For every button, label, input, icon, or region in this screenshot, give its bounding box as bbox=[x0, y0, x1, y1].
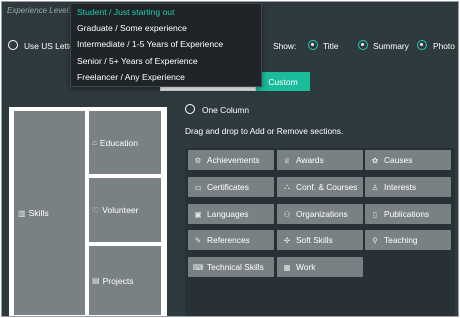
volunteer-icon: ♡ bbox=[92, 205, 100, 215]
projects-icon: ▤ bbox=[92, 276, 100, 285]
section-chip-label: Soft Skills bbox=[296, 235, 333, 245]
experience-option-freelancer[interactable]: Freelancer / Any Experience bbox=[77, 72, 185, 82]
custom-layout-button[interactable]: Custom bbox=[256, 72, 310, 91]
section-chip-label: References bbox=[207, 235, 250, 245]
preview-block-label: Projects bbox=[102, 275, 134, 286]
show-title-label[interactable]: Title bbox=[323, 41, 339, 51]
section-chip-certificates[interactable]: ▭ Certificates bbox=[188, 177, 274, 197]
show-photo-radio[interactable] bbox=[417, 40, 427, 50]
experience-option-senior[interactable]: Senior / 5+ Years of Experience bbox=[77, 56, 198, 66]
preview-block-label: Skills bbox=[28, 208, 49, 218]
experience-option-student[interactable]: Student / Just starting out bbox=[77, 7, 174, 17]
section-chip-label: Publications bbox=[384, 209, 430, 219]
section-chip-publications[interactable]: ▯ Publications bbox=[365, 204, 451, 224]
courses-icon: ⛬ bbox=[284, 182, 290, 191]
section-chip-technical-skills[interactable]: ⌨ Technical Skills bbox=[188, 257, 274, 277]
skills-icon: ▥ bbox=[18, 208, 26, 218]
section-chip-label: Certificates bbox=[207, 182, 249, 192]
experience-level-label: Experience Level: bbox=[7, 6, 71, 15]
work-icon: ▦ bbox=[283, 262, 291, 272]
preview-block-education[interactable]: ⌂ Education bbox=[89, 111, 161, 174]
section-chip-label: Awards bbox=[296, 155, 324, 165]
preview-block-label: Education bbox=[99, 137, 139, 148]
show-label: Show: bbox=[273, 41, 297, 51]
one-column-radio[interactable] bbox=[185, 104, 195, 114]
section-chip-work[interactable]: ▦ Work bbox=[277, 257, 363, 277]
section-chip-references[interactable]: ✎ References bbox=[188, 230, 274, 250]
section-chip-interests[interactable]: ♙ Interests bbox=[365, 177, 451, 197]
awards-icon: ♕ bbox=[283, 155, 291, 165]
education-icon: ⌂ bbox=[92, 138, 97, 147]
soft-skills-icon: ✣ bbox=[283, 235, 291, 245]
section-chip-teaching[interactable]: ⚲ Teaching bbox=[365, 230, 451, 250]
preview-block-projects[interactable]: ▤ Projects bbox=[89, 246, 161, 315]
preview-block-skills[interactable]: ▥ Skills bbox=[14, 111, 85, 315]
section-chip-languages[interactable]: ▣ Languages bbox=[188, 204, 274, 224]
section-chip-causes[interactable]: ✿ Causes bbox=[365, 150, 451, 170]
experience-option-intermediate[interactable]: Intermediate / 1-5 Years of Experience bbox=[77, 39, 223, 49]
section-chip-label: Interests bbox=[384, 182, 417, 192]
section-chip-label: Achievements bbox=[207, 155, 260, 165]
drag-drop-instructions: Drag and drop to Add or Remove sections. bbox=[185, 126, 344, 136]
technical-skills-icon: ⌨ bbox=[192, 262, 204, 272]
resume-settings-panel: Experience Level: Use US Letter F Show: … bbox=[1, 1, 459, 317]
section-chip-organizations[interactable]: ⚇ Organizations bbox=[277, 204, 363, 224]
section-chip-courses[interactable]: ⛬ Conf. & Courses bbox=[277, 177, 363, 197]
section-chip-achievements[interactable]: ⚙ Achievements bbox=[188, 150, 274, 170]
causes-icon: ✿ bbox=[371, 155, 379, 165]
preview-block-label: Volunteer bbox=[102, 205, 139, 215]
show-summary-radio[interactable] bbox=[358, 40, 368, 50]
references-icon: ✎ bbox=[194, 235, 202, 245]
section-chip-label: Languages bbox=[207, 209, 249, 219]
us-letter-radio[interactable] bbox=[8, 40, 18, 50]
achievements-icon: ⚙ bbox=[194, 155, 202, 165]
organizations-icon: ⚇ bbox=[283, 209, 291, 219]
layout-preview: ▥ Skills ⌂ Education ♡ Volunteer ▤ Proje… bbox=[9, 107, 167, 316]
show-summary-label[interactable]: Summary bbox=[373, 41, 409, 51]
experience-option-graduate[interactable]: Graduate / Some experience bbox=[77, 23, 187, 33]
section-chip-label: Technical Skills bbox=[207, 262, 264, 272]
section-chip-awards[interactable]: ♕ Awards bbox=[277, 150, 363, 170]
certificates-icon: ▭ bbox=[194, 182, 202, 192]
section-chip-label: Work bbox=[296, 262, 316, 272]
section-chip-label: Conf. & Courses bbox=[296, 182, 358, 192]
section-chip-label: Organizations bbox=[296, 209, 348, 219]
teaching-icon: ⚲ bbox=[372, 235, 378, 245]
one-column-label[interactable]: One Column bbox=[202, 105, 249, 115]
show-photo-label[interactable]: Photo bbox=[433, 41, 455, 51]
section-chip-label: Causes bbox=[384, 155, 413, 165]
interests-icon: ♙ bbox=[371, 182, 379, 192]
preview-block-volunteer[interactable]: ♡ Volunteer bbox=[89, 178, 161, 242]
section-chip-label: Teaching bbox=[384, 235, 418, 245]
languages-icon: ▣ bbox=[194, 209, 202, 219]
show-title-radio[interactable] bbox=[308, 40, 318, 50]
publications-icon: ▯ bbox=[372, 209, 378, 219]
experience-level-dropdown[interactable]: Student / Just starting out Graduate / S… bbox=[70, 3, 262, 87]
section-chip-soft-skills[interactable]: ✣ Soft Skills bbox=[277, 230, 363, 250]
